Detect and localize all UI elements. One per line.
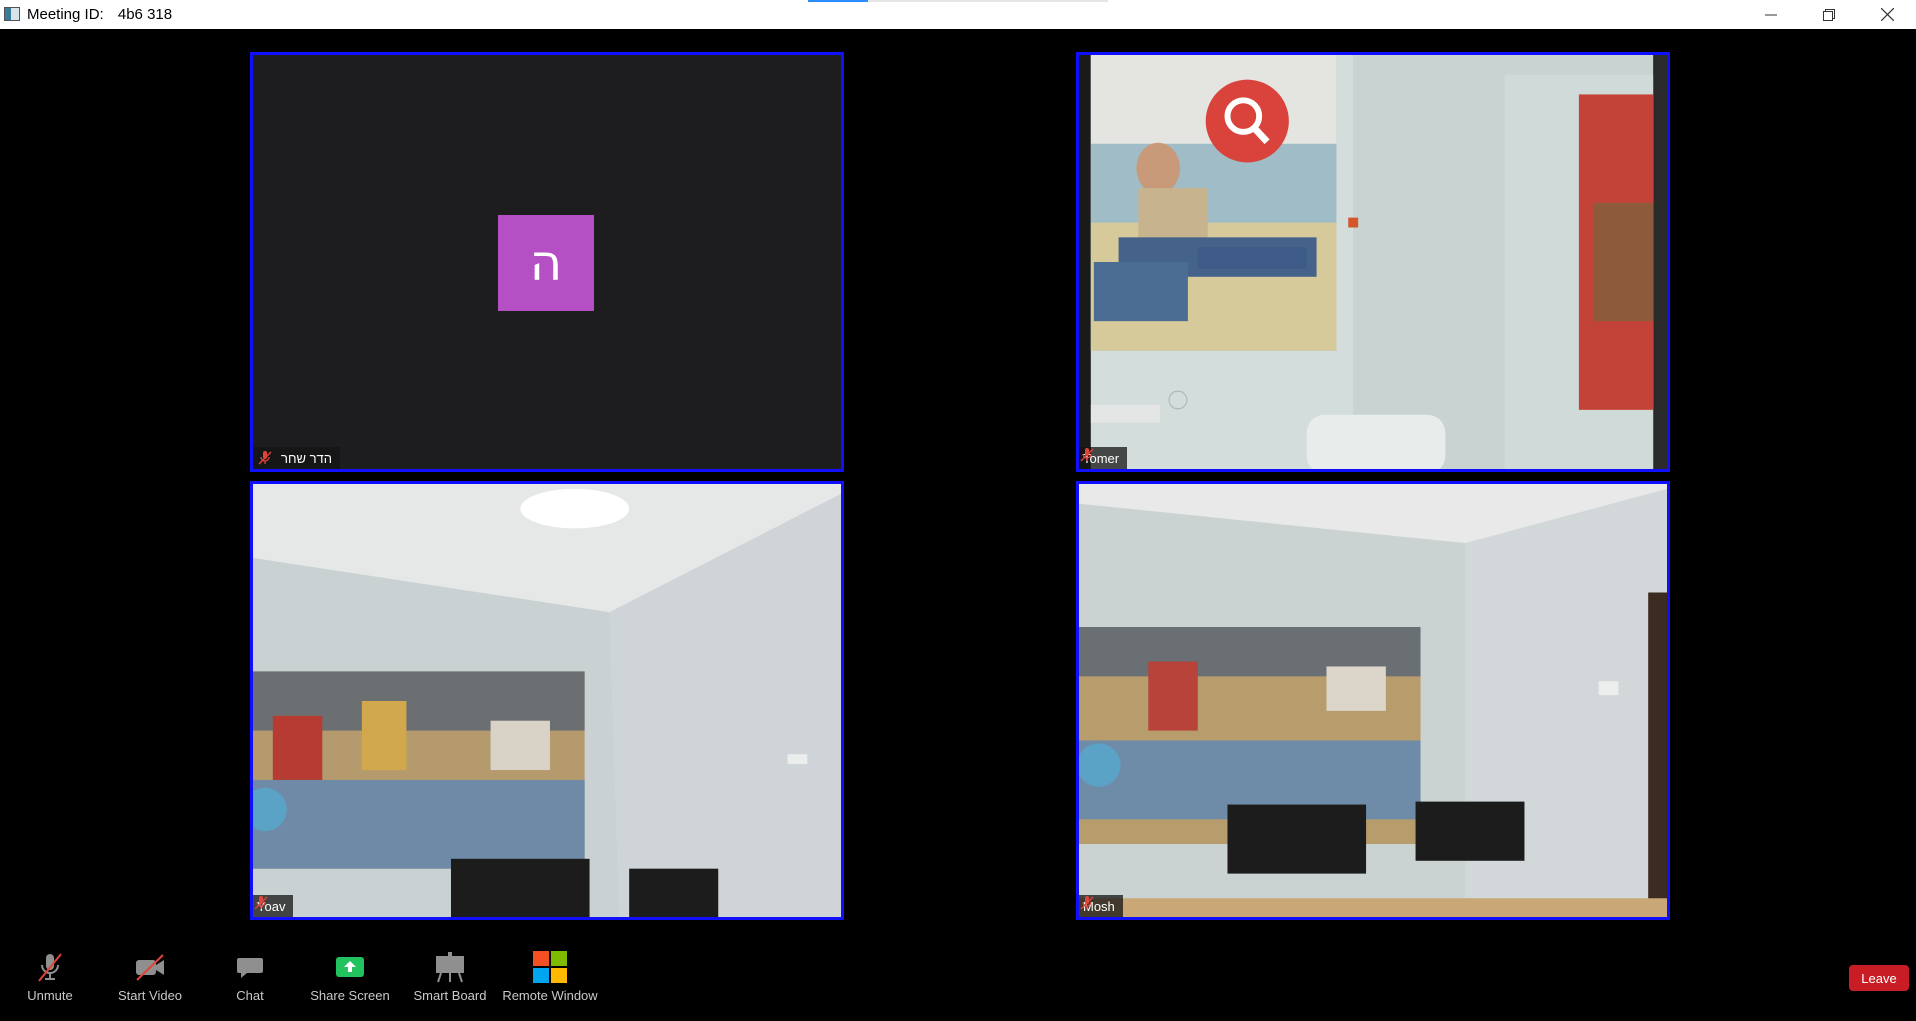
title-bar: Meeting ID: 4b6 318 — [0, 0, 1916, 29]
meeting-id-value: 4b6 318 — [117, 6, 173, 23]
restore-icon — [1823, 8, 1835, 21]
share-screen-button[interactable]: Share Screen — [300, 950, 400, 1010]
muted-mic-icon — [254, 896, 268, 910]
muted-mic-icon — [1080, 896, 1094, 910]
participant-name-bar: Tomer — [1079, 447, 1128, 469]
minimize-button[interactable] — [1742, 0, 1800, 29]
participant-name-bar: Mosh — [1079, 895, 1123, 917]
unmute-button[interactable]: Unmute — [0, 950, 100, 1010]
start-video-label: Start Video — [117, 988, 183, 1003]
minimize-icon — [1765, 14, 1777, 15]
close-icon — [1880, 8, 1894, 21]
whiteboard-icon — [436, 952, 464, 983]
share-screen-icon — [336, 957, 364, 977]
participant-name-bar: הדר שחר — [253, 447, 340, 469]
windows-logo-icon — [533, 951, 567, 983]
chat-label: Chat — [236, 988, 264, 1003]
meeting-title: Meeting ID: 4b6 318 — [27, 6, 172, 23]
chat-button[interactable]: Chat — [200, 950, 300, 1010]
muted-mic-icon — [258, 451, 272, 465]
unmute-label: Unmute — [27, 988, 73, 1003]
remote-window-button[interactable]: Remote Window — [500, 950, 600, 1010]
leave-button[interactable]: Leave — [1849, 965, 1909, 991]
meeting-id-label: Meeting ID: — [27, 6, 104, 23]
video-tile-participant-3[interactable]: Yoav — [250, 481, 844, 920]
participant-name-bar: Yoav — [253, 895, 294, 917]
video-tile-participant-4[interactable]: Mosh — [1076, 481, 1670, 920]
meeting-toolbar: Unmute Start Video Chat Share Screen Sma… — [0, 940, 1916, 1021]
muted-mic-icon — [38, 953, 62, 982]
start-video-button[interactable]: Start Video — [100, 950, 200, 1010]
video-off-icon — [136, 954, 164, 981]
video-feed — [1079, 55, 1667, 469]
remote-window-label: Remote Window — [502, 988, 598, 1003]
smart-board-label: Smart Board — [413, 988, 487, 1003]
participant-name: הדר שחר — [281, 450, 332, 466]
video-tile-participant-1[interactable]: ה הדר שחר — [250, 52, 844, 472]
title-accent-track — [868, 0, 1108, 2]
restore-button[interactable] — [1800, 0, 1858, 29]
video-tile-participant-2[interactable]: Tomer — [1076, 52, 1670, 472]
chat-icon — [237, 958, 263, 978]
meeting-window: Meeting ID: 4b6 318 ה הדר שחר Tomer Yoav… — [0, 0, 1916, 1021]
video-feed — [253, 484, 841, 917]
close-button[interactable] — [1858, 0, 1916, 29]
app-icon — [4, 7, 20, 21]
muted-mic-icon — [1080, 448, 1094, 462]
title-accent — [808, 0, 868, 2]
video-feed — [1079, 484, 1667, 917]
smart-board-button[interactable]: Smart Board — [400, 950, 500, 1010]
avatar: ה — [498, 215, 594, 311]
share-screen-label: Share Screen — [310, 988, 390, 1003]
